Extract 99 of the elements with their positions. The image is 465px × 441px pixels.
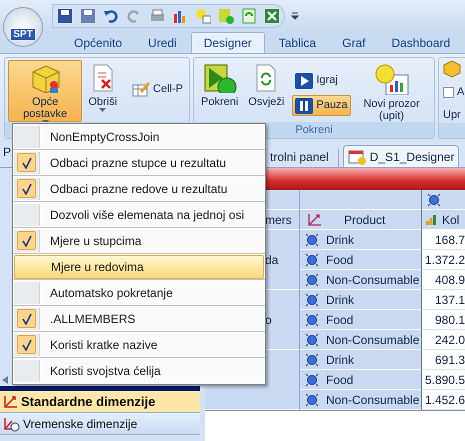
member-icon	[304, 392, 320, 408]
row-header: Non-Consumable	[326, 332, 420, 348]
menu-item[interactable]: Odbaci prazne stupce u rezultatu	[13, 150, 265, 174]
table-edit-icon	[132, 81, 150, 97]
member-icon	[304, 272, 320, 288]
member-icon	[304, 232, 320, 248]
table-cell-text: 168.7	[434, 232, 465, 248]
menu-item[interactable]: .ALLMEMBERS	[13, 306, 265, 330]
row-header: Drink	[326, 292, 354, 308]
checkbox[interactable]	[17, 309, 36, 328]
ribbon-button[interactable]: Igraj	[292, 70, 351, 91]
panel-tab-letter: P	[2, 144, 12, 161]
checkbox[interactable]	[17, 153, 36, 172]
play-icon	[295, 72, 314, 88]
cube-icon	[30, 63, 60, 93]
menu-item[interactable]: Dozvoli više elemenata na jednoj osi	[13, 202, 265, 226]
check-icon	[22, 338, 32, 350]
menu-item[interactable]: Mjere u stupcima	[13, 228, 265, 252]
logo-text: SPT	[11, 29, 35, 40]
ribbon-tab[interactable]: Uredi	[136, 32, 189, 53]
ribbon-tab[interactable]: Graf	[330, 32, 378, 53]
undo-icon	[103, 8, 119, 24]
ribbon-button[interactable]: Opće postavke	[8, 60, 82, 122]
ribbon-tab[interactable]: Designer	[190, 32, 265, 53]
navigation-item[interactable]: Vremenske dimenzije	[0, 413, 200, 435]
bulb-window-icon	[195, 8, 211, 24]
pause-icon	[295, 98, 314, 114]
row-header: da	[265, 252, 278, 268]
checkbox[interactable]	[17, 179, 36, 198]
table-cell-text: 137.1	[434, 292, 465, 308]
member-icon	[304, 332, 320, 348]
play-sphere-icon	[202, 63, 237, 93]
chart-window-icon	[374, 63, 410, 95]
cube-icon	[443, 60, 461, 78]
refresh-icon	[241, 8, 257, 24]
member-icon	[304, 252, 320, 268]
redo-icon	[126, 8, 142, 24]
menu-item[interactable]: Odbaci prazne redove u rezultatu	[13, 176, 265, 200]
document-tab[interactable]: D_S1_Designer	[342, 145, 460, 167]
ribbon-button[interactable]: Upr	[443, 106, 461, 123]
scroll-left-icon	[2, 376, 8, 384]
row-header: Food	[326, 312, 354, 328]
member-icon	[304, 352, 320, 368]
check-icon	[22, 234, 32, 246]
ribbon-button[interactable]: Pauza	[292, 95, 351, 116]
customize-icon	[291, 12, 299, 20]
ribbon-button[interactable]: Obriši	[84, 60, 122, 122]
axes-icon	[306, 212, 322, 228]
ribbon-tab[interactable]: Tablica	[266, 32, 328, 53]
table-cell-text: 242.0	[434, 332, 465, 348]
menu-item[interactable]: NonEmptyCrossJoin	[13, 124, 265, 148]
member-icon	[426, 192, 442, 208]
checkbox[interactable]	[443, 86, 454, 98]
row-header: Non-Consumable	[326, 272, 420, 288]
document-delete-icon	[90, 63, 115, 93]
check-icon	[22, 312, 32, 324]
row-header: Drink	[326, 352, 354, 368]
checkbox-label: A	[457, 85, 464, 100]
printer-icon	[149, 8, 165, 24]
ribbon-button[interactable]: Pokreni	[197, 60, 242, 122]
member-icon	[304, 372, 320, 388]
menu-item[interactable]: Koristi kratke nazive	[13, 332, 265, 356]
ribbon-button[interactable]: Novi prozor (upit)	[354, 60, 429, 122]
table-cell-text: 1.372.2	[424, 252, 465, 268]
navigation-item[interactable]: Standardne dimenzije	[0, 391, 200, 413]
table-cell-text: 5.890.5	[424, 372, 465, 388]
member-icon	[304, 292, 320, 308]
menu-item[interactable]: Automatsko pokretanje	[13, 280, 265, 304]
ribbon-tab[interactable]: Općenito	[62, 32, 134, 53]
bar-chart-icon	[426, 214, 436, 224]
axes-clock-icon	[2, 416, 20, 432]
table-cell-text: 1.452.6	[424, 392, 465, 408]
axes-icon	[2, 394, 18, 410]
column-header[interactable]: mers	[265, 210, 292, 228]
row-header: Food	[326, 372, 354, 388]
save-icon	[57, 8, 73, 24]
ribbon-tab[interactable]: Dashboard	[379, 32, 462, 53]
menu-item[interactable]: Koristi svojstva ćelija	[13, 359, 265, 383]
save-as-icon	[80, 8, 96, 24]
checkbox[interactable]	[17, 335, 36, 354]
ribbon-button[interactable]: Cell-P	[129, 78, 186, 100]
row-header: Food	[326, 252, 354, 268]
play-sphere-icon	[218, 8, 234, 24]
group-label: Pokreni	[295, 122, 333, 138]
menu-item[interactable]: Mjere u redovima	[14, 254, 264, 278]
ribbon-button[interactable]: Osvježi	[244, 60, 288, 122]
check-icon	[22, 182, 32, 194]
row-header: Drink	[326, 232, 354, 248]
calendar-icon	[348, 148, 366, 164]
table-cell-text: 691.3	[434, 352, 465, 368]
member-icon	[304, 312, 320, 328]
document-refresh-icon	[254, 63, 278, 93]
table-cell-text: 408.9	[434, 272, 465, 288]
spreadsheet-icon	[264, 8, 280, 24]
column-header[interactable]: Product	[344, 210, 386, 228]
checkbox[interactable]	[17, 231, 36, 250]
check-icon	[22, 156, 32, 168]
row-header: Non-Consumable	[326, 392, 420, 408]
table-cell-text: 980.1	[434, 312, 465, 328]
